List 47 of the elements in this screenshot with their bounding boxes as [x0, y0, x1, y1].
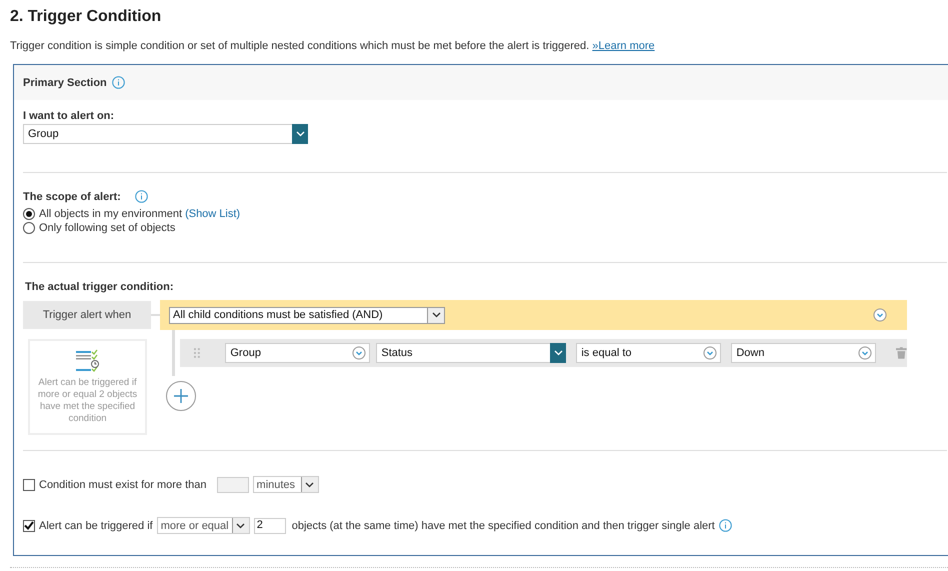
panel-title: Primary Section — [23, 76, 107, 88]
chevron-down-icon — [236, 522, 246, 528]
show-list-link[interactable]: (Show List) — [185, 208, 240, 220]
info-icon[interactable] — [112, 76, 125, 89]
chevron-circle-icon — [858, 346, 872, 360]
drag-handle-icon[interactable] — [194, 348, 200, 358]
chevron-circle-icon — [703, 346, 718, 360]
plus-icon — [173, 388, 189, 404]
condition-mode-select[interactable]: All child conditions must be satisfied (AND) — [169, 306, 445, 324]
checkbox-label: Condition must exist for more than — [39, 478, 207, 490]
unit-select[interactable]: minutes — [252, 476, 319, 493]
checkbox-label: Alert can be triggered if — [39, 520, 153, 532]
field-label: I want to alert on: — [23, 110, 116, 122]
checkmark-icon — [24, 521, 34, 530]
list-check-clock-icon — [74, 349, 100, 373]
field-label: The actual trigger condition: — [25, 281, 175, 293]
field-label: The scope of alert: — [23, 190, 121, 202]
checkbox[interactable] — [23, 520, 35, 532]
operator-select[interactable]: more or equal — [156, 517, 250, 534]
chevron-down-icon — [432, 312, 440, 318]
duration-input[interactable] — [216, 476, 249, 492]
info-icon[interactable] — [718, 519, 732, 532]
info-icon[interactable] — [134, 190, 148, 203]
trash-icon[interactable] — [896, 347, 907, 359]
field-select[interactable]: is equal to — [576, 343, 722, 363]
chevron-down-icon — [554, 350, 563, 356]
chevron-down-icon — [296, 131, 304, 137]
count-input[interactable]: 2 — [254, 518, 286, 534]
radio-button[interactable] — [23, 208, 35, 220]
chevron-circle-icon — [873, 308, 887, 322]
alert-on-select[interactable]: Group — [23, 124, 308, 144]
card-text: Alert can be triggered if more or equal 2 objects have met the specified condition — [36, 377, 138, 425]
section-heading: 2. Trigger Condition — [10, 8, 162, 26]
radio-button[interactable] — [23, 222, 35, 234]
checkbox[interactable] — [23, 478, 35, 490]
chevron-down-icon — [305, 482, 314, 488]
chevron-circle-icon — [352, 346, 366, 360]
add-condition-button[interactable] — [166, 381, 196, 411]
trigger-when-label: Trigger alert when — [23, 301, 151, 329]
radio-label: All objects in my environment — [39, 208, 182, 220]
radio-label: Only following set of objects — [39, 222, 176, 234]
field-select[interactable]: Status — [376, 343, 566, 363]
condition-text: objects (at the same time) have met the specified condition and then trigger single alert — [292, 520, 715, 532]
field-select[interactable]: Group — [225, 343, 370, 363]
learn-more-link[interactable]: »Learn more — [592, 40, 655, 52]
description-text: Trigger condition is simple condition or set of multiple nested conditions which must be met before the alert is triggered. »Learn more — [10, 40, 656, 52]
field-select[interactable]: Down — [731, 343, 876, 363]
